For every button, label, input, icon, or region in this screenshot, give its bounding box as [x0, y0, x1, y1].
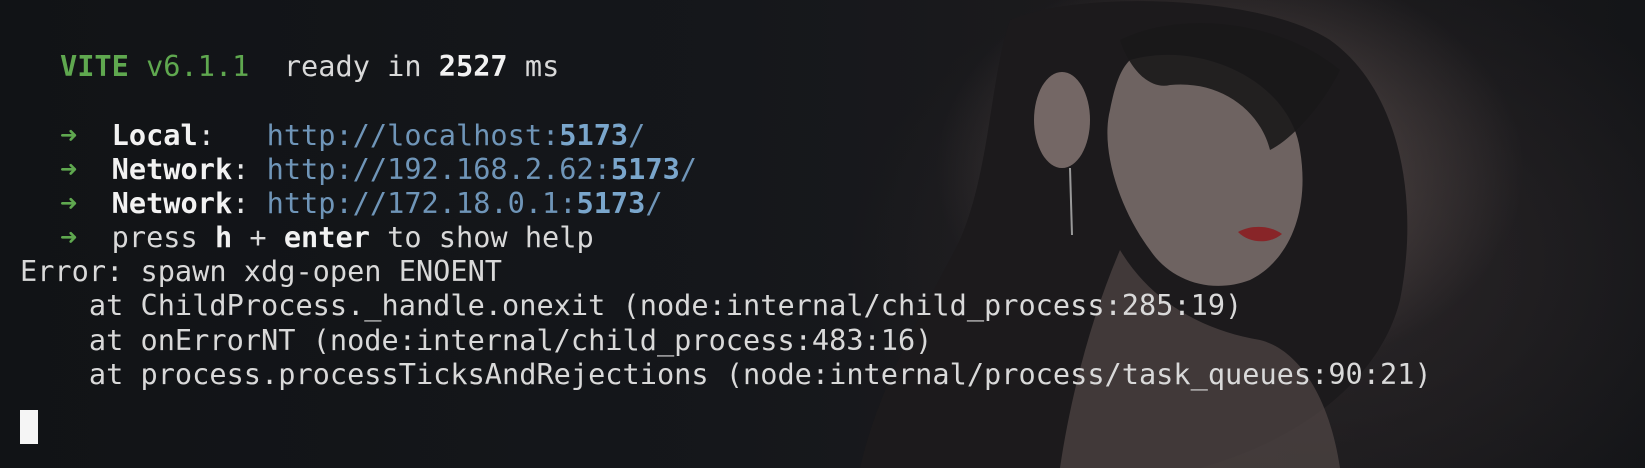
url-prefix: http://172.18.0.1: — [266, 186, 577, 220]
arrow-icon: ➜ — [60, 186, 78, 220]
server-url-link[interactable]: http://192.168.2.62:5173/ — [267, 152, 697, 186]
help-key-h: h — [214, 220, 233, 254]
stack-trace-line: at process.processTicksAndRejections (no… — [20, 357, 1432, 391]
url-port: 5173 — [610, 152, 680, 186]
url-prefix: http://192.168.2.62: — [266, 152, 611, 186]
url-suffix: / — [645, 186, 663, 220]
server-label: Local — [111, 118, 198, 152]
vite-version: v6.1.1 — [146, 49, 250, 83]
ready-time: 2527 — [438, 49, 508, 83]
server-line-network-1: ➜ Network: http://192.168.2.62:5173/ — [60, 151, 697, 187]
stack-trace-line: at onErrorNT (node:internal/child_proces… — [20, 323, 933, 357]
server-label: Network — [111, 186, 233, 220]
server-line-network-2: ➜ Network: http://172.18.0.1:5173/ — [60, 185, 663, 221]
url-prefix: http://localhost: — [266, 118, 560, 152]
arrow-icon: ➜ — [60, 118, 78, 152]
url-suffix: / — [628, 118, 646, 152]
arrow-icon: ➜ — [60, 220, 78, 254]
vite-ready-line: VITE v6.1.1 ready in 2527 ms — [60, 48, 559, 84]
ready-unit: ms — [524, 49, 560, 83]
arrow-icon: ➜ — [60, 152, 78, 186]
stack-trace-line: at ChildProcess._handle.onexit (node:int… — [20, 288, 1243, 322]
terminal-cursor[interactable] — [20, 410, 38, 444]
server-url-link[interactable]: http://172.18.0.1:5173/ — [267, 186, 663, 220]
url-port: 5173 — [559, 118, 629, 152]
error-message: Error: spawn xdg-open ENOENT — [20, 254, 503, 288]
help-line: ➜ press h + enter to show help — [60, 219, 594, 255]
url-suffix: / — [679, 152, 698, 186]
ready-prefix: ready in — [283, 49, 422, 83]
url-port: 5173 — [576, 186, 646, 220]
help-plus: + — [249, 220, 267, 254]
server-sep: : — [232, 152, 267, 186]
server-label: Network — [111, 152, 233, 186]
server-sep: : — [197, 118, 267, 152]
help-key-enter: enter — [283, 220, 370, 254]
help-rest: to show help — [387, 220, 594, 254]
help-press: press — [111, 220, 198, 254]
server-url-link[interactable]: http://localhost:5173/ — [267, 118, 646, 152]
vite-name: VITE — [60, 49, 129, 83]
server-line-local: ➜ Local: http://localhost:5173/ — [60, 117, 645, 153]
terminal-window[interactable]: VITE v6.1.1 ready in 2527 ms ➜ Local: ht… — [0, 0, 1645, 468]
server-sep: : — [232, 186, 267, 220]
